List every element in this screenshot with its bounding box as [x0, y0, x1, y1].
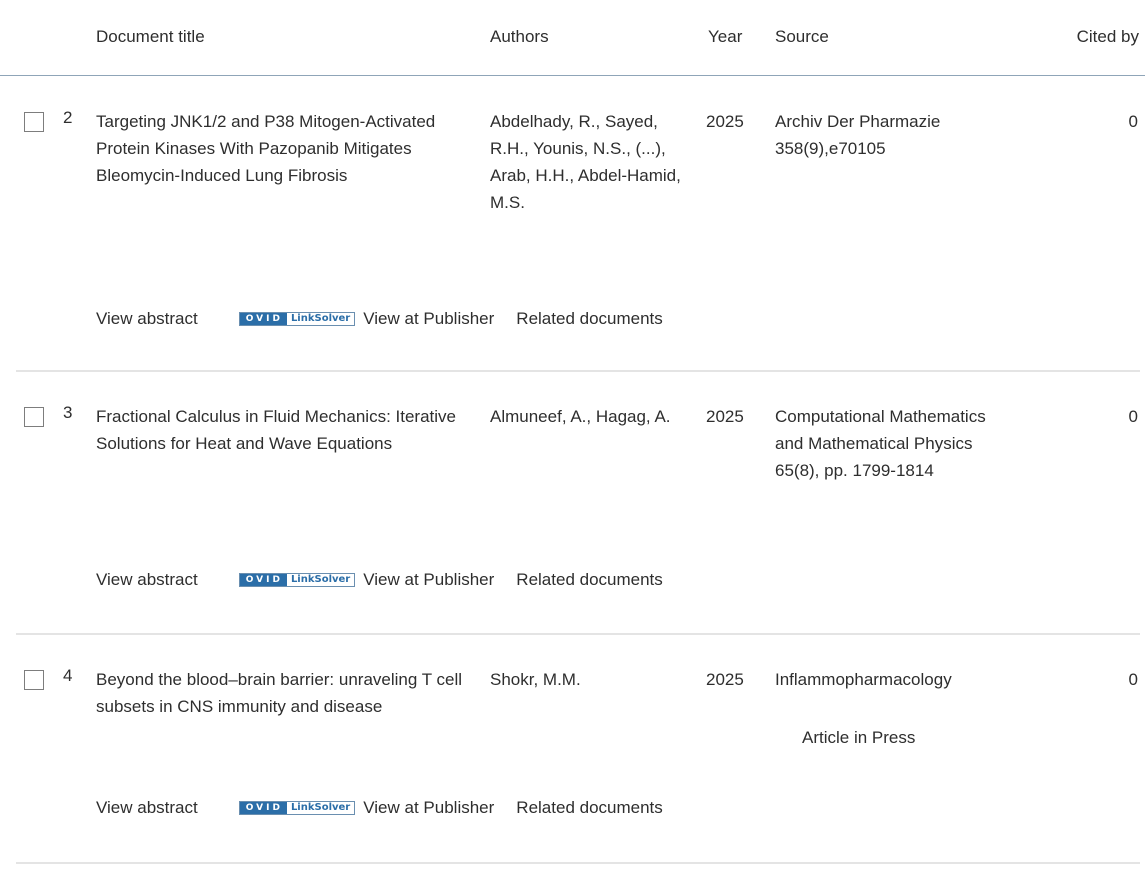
related-documents-link[interactable]: Related documents	[516, 798, 662, 818]
cited-by-count[interactable]: 0	[1129, 108, 1138, 135]
linksolver-logo-text: LinkSolver	[286, 313, 355, 325]
linksolver-logo-text: LinkSolver	[286, 574, 355, 586]
source-value[interactable]: Archiv Der Pharmazie 358(9),e70105	[775, 108, 1005, 162]
select-document-checkbox[interactable]	[24, 670, 44, 690]
cited-by-count[interactable]: 0	[1129, 403, 1138, 430]
ovid-logo-text: OVID	[239, 574, 287, 586]
row-number: 3	[63, 403, 73, 422]
linksolver-logo-text: LinkSolver	[286, 802, 355, 814]
row-number: 4	[63, 666, 73, 685]
ovid-linksolver-button[interactable]: OVID LinkSolver	[238, 801, 356, 815]
related-documents-link[interactable]: Related documents	[516, 570, 662, 590]
view-abstract-link[interactable]: View abstract	[96, 798, 198, 818]
article-in-press-label: Article in Press	[802, 728, 916, 747]
authors-list[interactable]: Shokr, M.M.	[490, 666, 695, 693]
row-actions: View abstract OVID LinkSolver View at Pu…	[96, 798, 663, 818]
view-at-publisher-link[interactable]: View at Publisher	[363, 798, 494, 818]
row-number: 2	[63, 108, 73, 127]
year-value: 2025	[706, 112, 744, 131]
row-actions: View abstract OVID LinkSolver View at Pu…	[96, 309, 663, 329]
table-row: 3 Fractional Calculus in Fluid Mechanics…	[16, 372, 1140, 635]
column-header-document-title[interactable]: Document title	[96, 27, 205, 47]
ovid-logo-text: OVID	[239, 313, 287, 325]
year-value: 2025	[706, 670, 744, 689]
document-title-link[interactable]: Beyond the blood–brain barrier: unraveli…	[96, 666, 486, 720]
ovid-logo-text: OVID	[239, 802, 287, 814]
column-header-year[interactable]: Year	[708, 27, 742, 47]
year-value: 2025	[706, 407, 744, 426]
table-row: 2 Targeting JNK1/2 and P38 Mitogen-Activ…	[16, 77, 1140, 372]
view-at-publisher-link[interactable]: View at Publisher	[363, 309, 494, 329]
view-abstract-link[interactable]: View abstract	[96, 570, 198, 590]
ovid-linksolver-button[interactable]: OVID LinkSolver	[238, 312, 356, 326]
select-document-checkbox[interactable]	[24, 112, 44, 132]
document-title-link[interactable]: Targeting JNK1/2 and P38 Mitogen-Activat…	[96, 108, 486, 189]
select-document-checkbox[interactable]	[24, 407, 44, 427]
view-at-publisher-link[interactable]: View at Publisher	[363, 570, 494, 590]
source-value[interactable]: Computational Mathematics and Mathematic…	[775, 403, 1005, 484]
column-header-authors[interactable]: Authors	[490, 27, 549, 47]
column-header-cited-by[interactable]: Cited by	[1077, 27, 1139, 47]
results-table-header: Document title Authors Year Source Cited…	[0, 0, 1145, 76]
related-documents-link[interactable]: Related documents	[516, 309, 662, 329]
view-abstract-link[interactable]: View abstract	[96, 309, 198, 329]
cited-by-count[interactable]: 0	[1129, 666, 1138, 693]
authors-list[interactable]: Abdelhady, R., Sayed, R.H., Younis, N.S.…	[490, 108, 695, 216]
source-value[interactable]: Inflammopharmacology	[775, 666, 1005, 693]
document-title-link[interactable]: Fractional Calculus in Fluid Mechanics: …	[96, 403, 486, 457]
row-actions: View abstract OVID LinkSolver View at Pu…	[96, 570, 663, 590]
ovid-linksolver-button[interactable]: OVID LinkSolver	[238, 573, 356, 587]
authors-list[interactable]: Almuneef, A., Hagag, A.	[490, 403, 695, 430]
column-header-source[interactable]: Source	[775, 27, 829, 47]
table-row: 4 Beyond the blood–brain barrier: unrave…	[16, 635, 1140, 864]
